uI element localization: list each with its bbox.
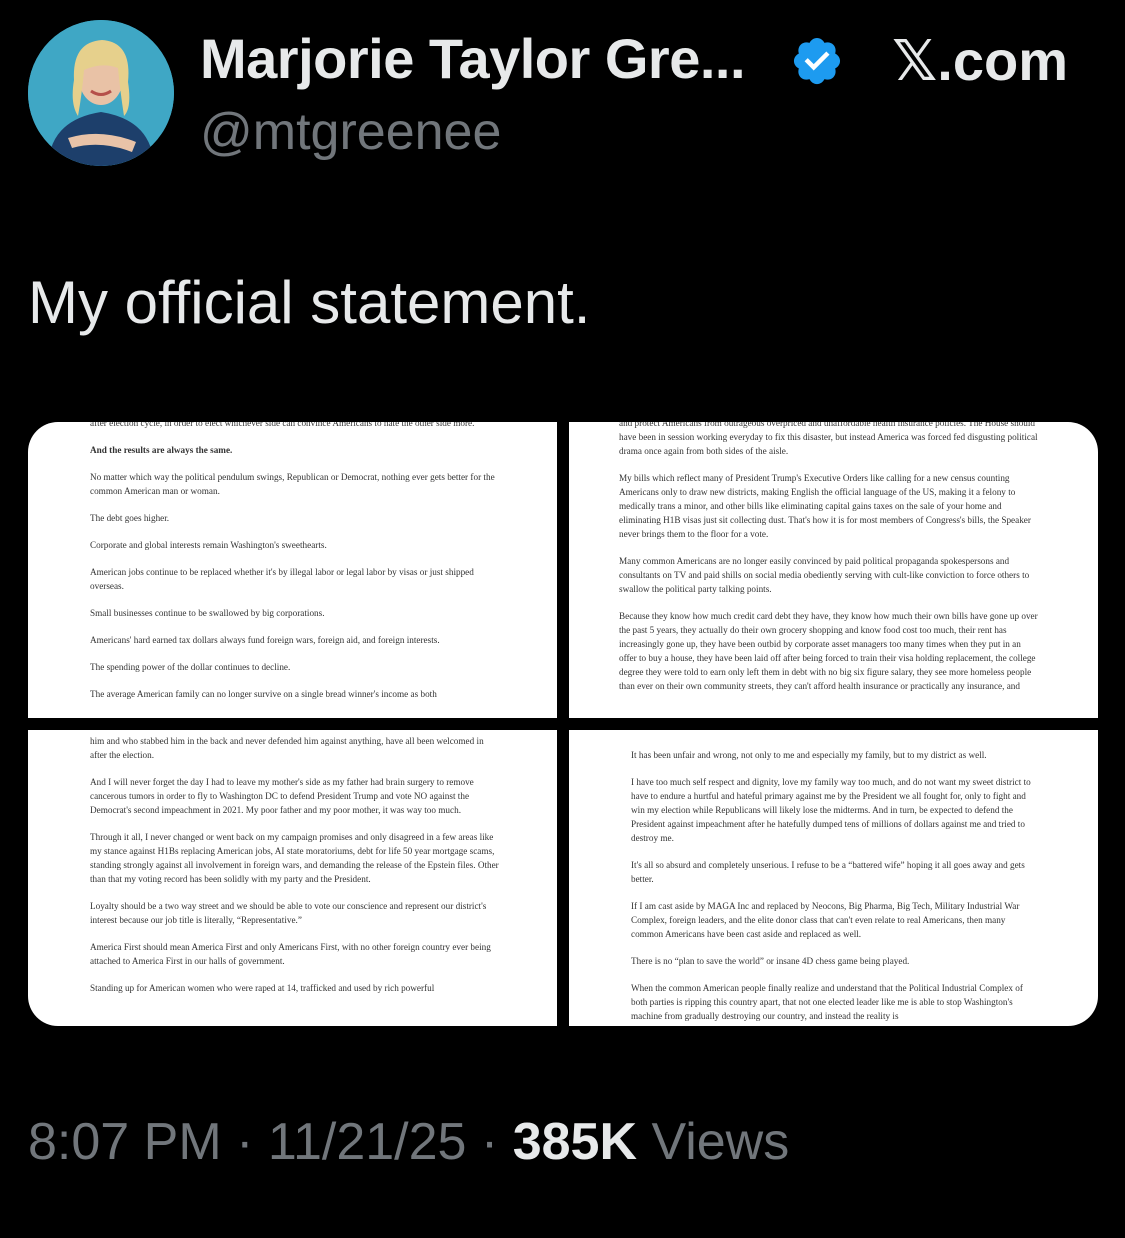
author-display-name[interactable]: Marjorie Taylor Gre... [200,26,746,91]
statement-paragraph: No matter which way the political pendul… [90,472,495,496]
statement-paragraph: Small businesses continue to be swallowe… [90,608,325,618]
views-count: 385K [512,1113,637,1171]
post-date[interactable]: 11/21/25 [268,1113,467,1171]
statement-paragraph: Americans' hard earned tax dollars alway… [90,635,440,645]
statement-paragraph: The average American family can no longe… [90,689,437,699]
statement-paragraph: The spending power of the dollar continu… [90,662,291,672]
statement-paragraph: And the results are always the same. [90,445,233,455]
media-image-1[interactable]: after election cycle, in order to elect … [28,422,557,718]
media-image-2[interactable]: and protect Americans from outrageous ov… [569,422,1098,718]
statement-paragraph: and protect Americans from outrageous ov… [619,422,1038,456]
statement-paragraph: Corporate and global interests remain Wa… [90,540,327,550]
statement-paragraph: When the common American people finally … [631,983,1023,1021]
statement-paragraph: American jobs continue to be replaced wh… [90,567,474,591]
statement-paragraph: after election cycle, in order to elect … [90,422,475,428]
media-grid: after election cycle, in order to elect … [28,422,1098,1026]
profile-photo-icon [28,20,174,166]
verified-badge-icon [793,37,841,85]
statement-page-text: and protect Americans from outrageous ov… [619,422,1038,706]
statement-paragraph: The debt goes higher. [90,513,170,523]
statement-paragraph: My bills which reflect many of President… [619,473,1031,539]
statement-paragraph: Standing up for American women who were … [90,983,435,993]
statement-page-text: him and who stabbed him in the back and … [90,734,499,1008]
statement-page-text: It has been unfair and wrong, not only t… [631,748,1038,1026]
separator-dot: · [236,1113,254,1171]
avatar[interactable] [28,20,174,166]
statement-paragraph: It's all so absurd and completely unseri… [631,860,1025,884]
x-brand-logo: 𝕏.com [892,29,1068,92]
statement-paragraph: Many common Americans are no longer easi… [619,556,1030,594]
media-image-3[interactable]: him and who stabbed him in the back and … [28,730,557,1026]
statement-paragraph: There is no “plan to save the world” or … [631,956,910,966]
statement-paragraph: Through it all, I never changed or went … [90,832,499,884]
statement-paragraph: Loyalty should be a two way street and w… [90,901,487,925]
statement-paragraph: Because they know how much credit card d… [619,611,1038,691]
statement-paragraph: him and who stabbed him in the back and … [90,736,484,760]
statement-paragraph: If I am cast aside by MAGA Inc and repla… [631,901,1020,939]
separator-dot: · [480,1113,499,1171]
statement-paragraph: I have too much self respect and dignity… [631,777,1031,843]
views-label: Views [651,1113,790,1171]
tweet-text: My official statement. [28,269,591,336]
media-image-4[interactable]: It has been unfair and wrong, not only t… [569,730,1098,1026]
statement-paragraph: It has been unfair and wrong, not only t… [631,750,987,760]
tweet-timestamp: 8:07 PM · 11/21/25 · 385K Views [28,1112,789,1172]
statement-paragraph: And I will never forget the day I had to… [90,777,474,815]
post-time[interactable]: 8:07 PM [28,1113,222,1171]
statement-paragraph: America First should mean America First … [90,942,491,966]
author-handle[interactable]: @mtgreenee [200,102,501,162]
statement-page-text: after election cycle, in order to elect … [90,422,499,714]
